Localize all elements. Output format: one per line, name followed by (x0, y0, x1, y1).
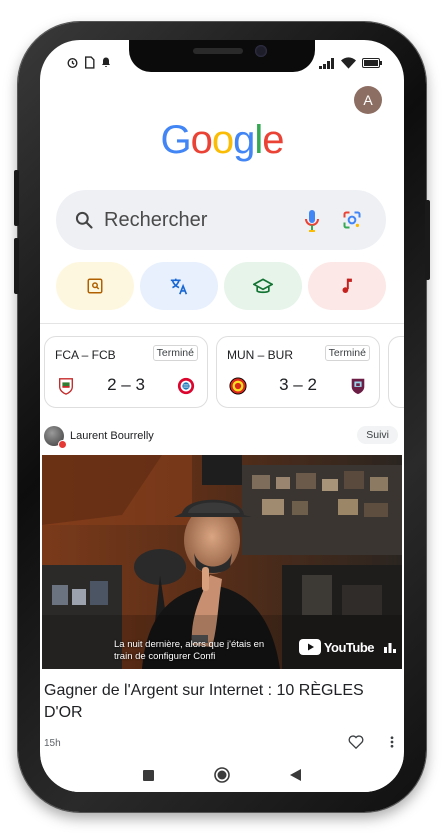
equalizer-icon (384, 643, 396, 653)
volume-button (14, 170, 19, 226)
score-teams: MUN – BUR (227, 348, 294, 362)
lens-icon[interactable] (342, 210, 362, 235)
status-icons-right (319, 57, 382, 69)
avatar-letter: A (363, 92, 373, 108)
music-search-button[interactable] (308, 262, 386, 310)
translate-icon (170, 278, 188, 295)
education-button[interactable] (224, 262, 302, 310)
feed-card-age: 15h (44, 738, 61, 749)
youtube-wordmark: YouTube (323, 639, 375, 655)
score-status: Terminé (152, 345, 198, 361)
youtube-logo: YouTube (298, 639, 375, 655)
youtube-play-icon (298, 639, 321, 655)
search-bar[interactable]: Rechercher (56, 190, 386, 250)
notch (129, 40, 315, 72)
alarm-icon (67, 58, 78, 69)
system-navigation-bar (40, 758, 404, 792)
volume-button-lower (14, 238, 19, 294)
score-card[interactable]: FCA – FCB Terminé 2 – 3 (44, 336, 208, 408)
translate-button[interactable] (140, 262, 218, 310)
score-card[interactable]: MUN – BUR Terminé 3 – 2 (216, 336, 380, 408)
caption-line-1: La nuit dernière, alors que j'étais en (114, 639, 265, 650)
battery-icon (362, 58, 382, 68)
caption-line-2: train de configurer Confi (114, 651, 216, 662)
image-search-button[interactable] (56, 262, 134, 310)
author-avatar[interactable] (44, 426, 67, 449)
front-camera (255, 45, 267, 57)
account-avatar[interactable]: A (354, 86, 382, 114)
notification-bell-icon (102, 57, 110, 67)
follow-button[interactable]: Suivi (357, 426, 398, 444)
music-note-icon (342, 278, 352, 293)
screenshot-stage: A Google Rechercher FCA – FCB Terminé 2 … (0, 0, 444, 833)
microphone-icon[interactable] (304, 209, 320, 238)
image-search-icon (87, 278, 103, 294)
phone-screen: A Google Rechercher FCA – FCB Terminé 2 … (40, 40, 404, 792)
status-icons-left (66, 56, 112, 69)
search-placeholder: Rechercher (104, 208, 208, 231)
signal-icon (319, 57, 334, 69)
recents-square-icon[interactable] (143, 769, 154, 781)
video-caption: La nuit dernière, alors que j'étais en t… (114, 639, 284, 663)
video-thumbnail[interactable]: La nuit dernière, alors que j'étais en t… (42, 455, 402, 669)
score-status: Terminé (324, 345, 370, 361)
logo-letter-2: o (190, 118, 213, 162)
logo-letter-6: e (262, 118, 284, 162)
google-logo: Google (40, 118, 404, 163)
bayern-crest-icon (177, 377, 195, 395)
score-teams: FCA – FCB (55, 348, 116, 362)
back-triangle-icon[interactable] (290, 769, 301, 781)
education-icon (253, 278, 273, 294)
search-icon (74, 210, 94, 230)
power-button (425, 200, 430, 280)
burnley-crest-icon (351, 378, 365, 395)
sports-scores-carousel: FCA – FCB Terminé 2 – 3 MUN – BUR Termin… (44, 336, 404, 408)
heart-icon[interactable] (348, 734, 364, 749)
logo-letter-3: o (211, 118, 234, 162)
logo-letter-1: G (160, 118, 191, 162)
section-divider (40, 323, 404, 324)
sim-icon (85, 56, 95, 69)
quick-actions (56, 262, 386, 310)
video-thumbnail-image (42, 455, 402, 669)
logo-letter-4: g (233, 118, 255, 162)
wifi-icon (341, 57, 356, 69)
youtube-badge-icon (58, 440, 67, 449)
author-name[interactable]: Laurent Bourrelly (70, 430, 154, 442)
feed-card-header: Laurent Bourrelly Suivi (44, 424, 400, 449)
more-options-icon[interactable] (390, 736, 394, 748)
earpiece (193, 48, 243, 54)
score-card-partial[interactable] (388, 336, 404, 408)
feed-card-title[interactable]: Gagner de l'Argent sur Internet : 10 RÈG… (44, 680, 396, 724)
home-circle-icon[interactable] (214, 767, 230, 783)
